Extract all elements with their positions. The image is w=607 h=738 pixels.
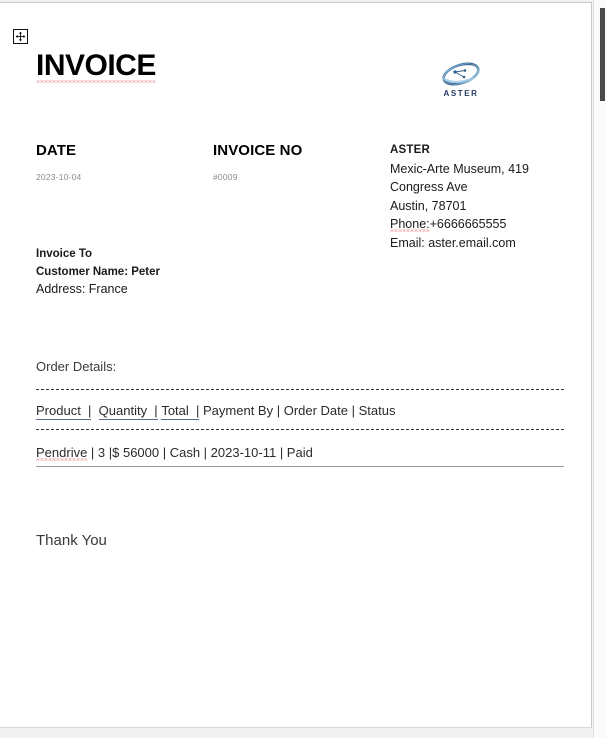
- document-viewport[interactable]: INVOICE ASTER DATE 2023-10-04 INVOICE NO…: [0, 0, 607, 738]
- header-total-pipe: |: [188, 403, 200, 420]
- vertical-scrollbar-thumb[interactable]: [600, 8, 605, 101]
- page-title-text: INVOICE: [36, 49, 156, 85]
- page-title: INVOICE: [36, 49, 156, 82]
- row-product: Pendrive: [36, 445, 88, 463]
- row-rest: | 3 |$ 56000 | Cash | 2023-10-11 | Paid: [87, 445, 313, 460]
- header-quantity: Quantity: [98, 403, 148, 420]
- company-address-line-2: Congress Ave: [390, 180, 468, 194]
- invoice-no-column: INVOICE NO #0009: [213, 142, 302, 182]
- bill-to-heading: Invoice To: [36, 248, 93, 260]
- bill-to-customer: Customer Name: Peter: [36, 265, 160, 278]
- logo-wordmark: ASTER: [443, 89, 479, 98]
- company-address-line-3: Austin, 78701: [390, 198, 467, 213]
- company-address-line-1: Mexic-Arte Museum, 419: [390, 161, 529, 176]
- company-logo: ASTER: [421, 60, 501, 98]
- header-total: Total: [161, 403, 189, 420]
- order-separator-bottom: [36, 429, 564, 430]
- table-row: Pendrive | 3 |$ 56000 | Cash | 2023-10-1…: [36, 445, 313, 460]
- date-label: DATE: [36, 142, 77, 159]
- company-email-line: Email: aster.email.com: [390, 235, 516, 250]
- vertical-scrollbar[interactable]: [593, 0, 607, 738]
- header-product-pipe: |: [80, 403, 92, 420]
- order-separator-top: [36, 389, 564, 390]
- company-phone-value: +6666665555: [429, 217, 507, 231]
- company-phone-line: Phone:+6666665555: [390, 215, 570, 234]
- thank-you-text: Thank You: [36, 532, 107, 549]
- bill-to-block: Invoice To Customer Name: Peter Address:…: [36, 246, 160, 299]
- order-table-header: Product | Quantity | Total | Payment By …: [36, 403, 396, 420]
- invoice-no-value: #0009: [213, 172, 238, 182]
- header-product: Product: [36, 403, 81, 420]
- header-quantity-pipe: |: [147, 403, 158, 420]
- company-address-block: ASTER Mexic-Arte Museum, 419 Congress Av…: [390, 141, 570, 252]
- company-name: ASTER: [390, 144, 430, 156]
- order-details-label: Order Details:: [36, 359, 117, 374]
- date-value: 2023-10-04: [36, 172, 82, 182]
- aster-swoosh-logo-icon: [442, 62, 480, 86]
- order-table-bottom-rule: [36, 466, 564, 467]
- invoice-no-label: INVOICE NO: [213, 142, 303, 159]
- header-rest: Payment By | Order Date | Status: [203, 403, 396, 418]
- move-handle-icon[interactable]: [13, 29, 28, 44]
- bill-to-address: Address: France: [36, 282, 128, 296]
- company-phone-label: Phone:: [390, 217, 430, 234]
- document-page: INVOICE ASTER DATE 2023-10-04 INVOICE NO…: [0, 2, 592, 728]
- date-column: DATE 2023-10-04: [36, 142, 81, 182]
